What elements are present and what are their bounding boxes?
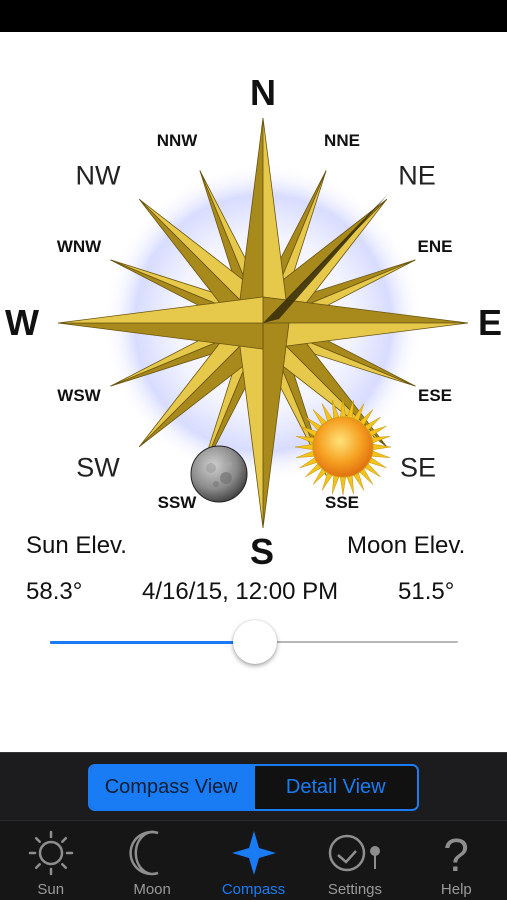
moon-elev-value: 51.5° xyxy=(398,578,455,605)
datetime-value: 4/16/15, 12:00 PM xyxy=(142,578,339,605)
direction-nne: NNE xyxy=(324,131,360,150)
sun-ray xyxy=(372,444,392,450)
view-toggle-bar: Compass View Detail View xyxy=(0,752,507,820)
tab-compass[interactable]: Compass xyxy=(203,821,304,900)
sun-ray xyxy=(321,472,333,491)
direction-ene: ENE xyxy=(417,237,453,256)
sun-elev-label: Sun Elev. xyxy=(26,532,127,559)
sun-ray xyxy=(368,457,387,469)
tab-settings[interactable]: Settings xyxy=(304,821,405,900)
direction-wsw: WSW xyxy=(57,386,101,405)
view-toggle: Compass View Detail View xyxy=(88,764,419,811)
compass-view-button[interactable]: Compass View xyxy=(90,766,253,809)
tab-sun-label: Sun xyxy=(37,881,65,898)
compass-star-tab-icon xyxy=(231,831,276,875)
tab-settings-label: Settings xyxy=(327,881,383,898)
question-mark-tab-icon: ? xyxy=(444,829,470,879)
sun-ray xyxy=(332,475,340,494)
tab-help[interactable]: ? Help xyxy=(406,821,507,900)
direction-sw: SW xyxy=(76,452,120,483)
sun-ray xyxy=(353,472,365,491)
direction-e: E xyxy=(477,302,503,343)
direction-sse: SSE xyxy=(324,493,360,512)
moon-elev-label: Moon Elev. xyxy=(347,532,466,559)
direction-ne: NE xyxy=(398,160,436,191)
direction-n: N xyxy=(250,72,276,113)
time-slider-thumb[interactable] xyxy=(233,620,277,664)
tab-compass-label: Compass xyxy=(221,881,286,898)
moon-icon xyxy=(190,445,248,503)
time-slider-fill xyxy=(50,641,254,644)
direction-w: W xyxy=(5,302,39,343)
direction-se: SE xyxy=(399,452,437,483)
tab-bar: Sun Moon Compass Settings ? Help xyxy=(0,820,507,900)
moon-tab-icon xyxy=(129,830,159,876)
gauge-pin-tab-icon xyxy=(328,834,380,872)
detail-view-button[interactable]: Detail View xyxy=(252,766,417,809)
direction-nw: NW xyxy=(75,160,121,191)
direction-nnw: NNW xyxy=(156,131,198,150)
direction-ese: ESE xyxy=(417,386,453,405)
sun-elev-value: 58.3° xyxy=(26,578,83,605)
tab-moon-label: Moon xyxy=(133,881,171,898)
sun-ray xyxy=(346,475,354,494)
direction-ssw: SSW xyxy=(157,493,197,512)
status-bar xyxy=(0,0,507,32)
direction-s: S xyxy=(249,531,275,572)
sun-ray xyxy=(371,450,390,458)
tab-moon[interactable]: Moon xyxy=(101,821,202,900)
direction-wnw: WNW xyxy=(56,237,102,256)
sun-tab-icon xyxy=(28,830,73,876)
tab-help-label: Help xyxy=(440,881,472,898)
svg-text:?: ? xyxy=(444,829,470,879)
tab-sun[interactable]: Sun xyxy=(0,821,101,900)
